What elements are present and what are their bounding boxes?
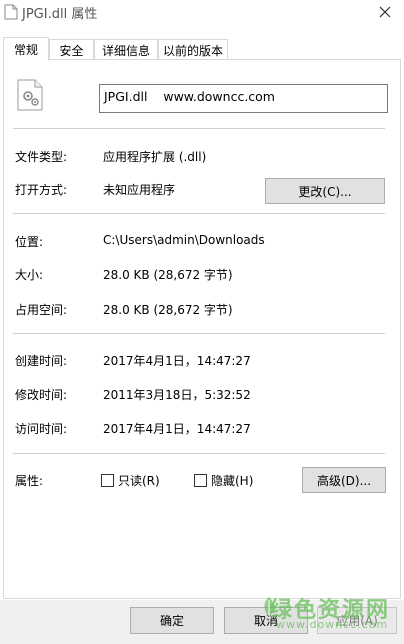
hidden-checkbox-box[interactable] <box>194 474 207 487</box>
attributes-label: 属性: <box>15 474 44 488</box>
dll-file-icon <box>17 79 43 111</box>
ok-button[interactable]: 确定 <box>130 607 214 634</box>
open-with-value: 未知应用程序 <box>103 183 176 197</box>
tab-security[interactable]: 安全 <box>49 39 94 60</box>
close-button[interactable] <box>370 0 400 24</box>
accessed-label: 访问时间: <box>15 422 68 436</box>
advanced-button[interactable]: 高级(D)... <box>302 467 386 493</box>
close-icon <box>379 6 391 18</box>
tab-previous-versions[interactable]: 以前的版本 <box>158 39 228 60</box>
divider <box>13 453 385 454</box>
tab-general[interactable]: 常规 <box>3 37 49 61</box>
hidden-checkbox-label: 隐藏(H) <box>211 474 254 488</box>
divider <box>13 128 385 129</box>
file-name-field[interactable]: JPGI.dll www.downcc.com <box>99 84 388 113</box>
change-button[interactable]: 更改(C)... <box>265 178 385 204</box>
file-type-value: 应用程序扩展 (.dll) <box>103 150 207 164</box>
modified-value: 2011年3月18日，5:32:52 <box>103 388 251 402</box>
created-label: 创建时间: <box>15 354 68 368</box>
created-value: 2017年4月1日，14:47:27 <box>103 354 251 368</box>
readonly-checkbox-box[interactable] <box>101 474 114 487</box>
title-bar: JPGI.dll 属性 <box>0 0 404 24</box>
readonly-checkbox[interactable]: 只读(R) <box>101 472 160 489</box>
modified-label: 修改时间: <box>15 388 68 402</box>
size-on-disk-label: 占用空间: <box>15 303 68 317</box>
file-icon-small <box>4 4 18 20</box>
size-value: 28.0 KB (28,672 字节) <box>103 268 233 282</box>
hidden-checkbox[interactable]: 隐藏(H) <box>194 472 253 489</box>
cancel-button[interactable]: 取消 <box>224 607 308 634</box>
divider <box>13 213 385 214</box>
location-label: 位置: <box>15 235 44 249</box>
accessed-value: 2017年4月1日，14:47:27 <box>103 422 251 436</box>
open-with-label: 打开方式: <box>15 183 68 197</box>
file-type-label: 文件类型: <box>15 150 68 164</box>
general-panel <box>3 59 401 599</box>
readonly-checkbox-label: 只读(R) <box>118 474 160 488</box>
apply-button[interactable]: 应用(A) <box>317 607 397 634</box>
location-value: C:\Users\admin\Downloads <box>103 233 265 247</box>
size-on-disk-value: 28.0 KB (28,672 字节) <box>103 303 233 317</box>
window-title: JPGI.dll 属性 <box>22 7 98 22</box>
tab-details[interactable]: 详细信息 <box>94 39 158 60</box>
size-label: 大小: <box>15 268 44 282</box>
divider <box>13 333 385 334</box>
